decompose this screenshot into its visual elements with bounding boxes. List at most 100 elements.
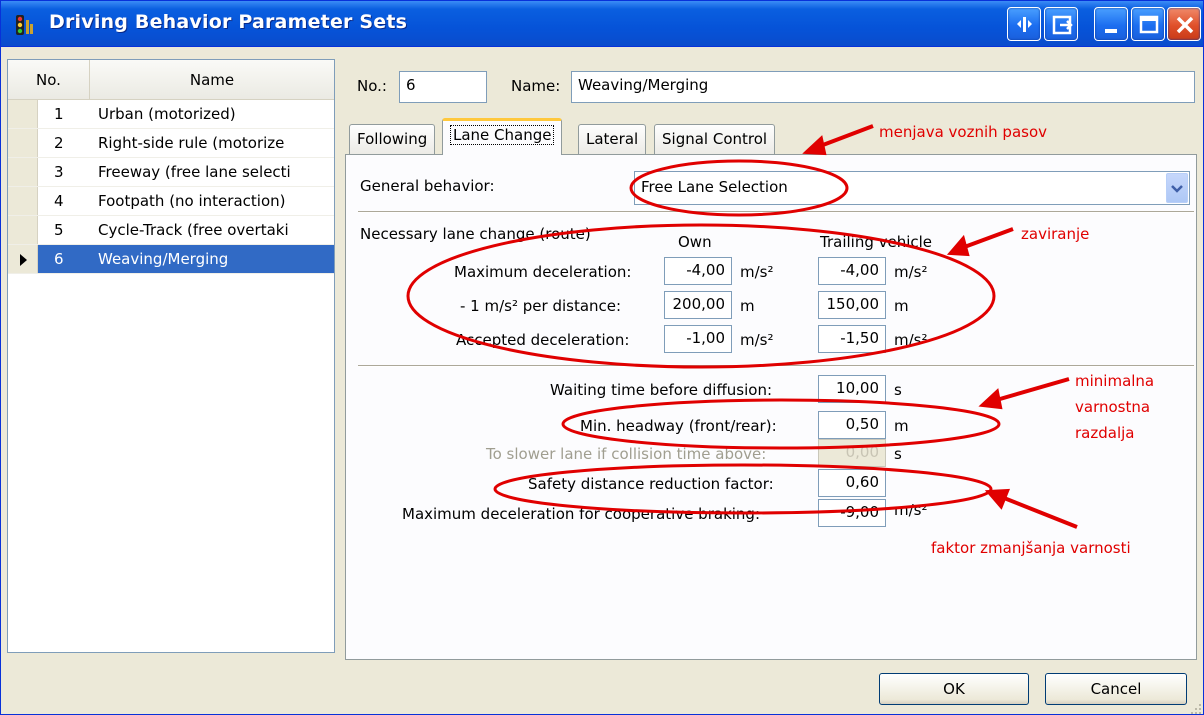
row-number: 5	[54, 221, 64, 239]
necessary-lane-change-label: Necessary lane change (route)	[360, 225, 591, 243]
unit-label: m	[894, 417, 909, 435]
chevron-down-icon	[1171, 185, 1183, 193]
cooperative-braking-label: Maximum deceleration for cooperative bra…	[402, 505, 761, 523]
window-title: Driving Behavior Parameter Sets	[49, 11, 408, 33]
row-name: Weaving/Merging	[98, 250, 229, 268]
restore-side-icon	[1017, 17, 1032, 32]
maximize-icon	[1139, 15, 1159, 34]
parameter-set-list[interactable]: No. Name 1 Urban (motorized) 2 Right-sid…	[7, 59, 335, 653]
title-bar[interactable]: Driving Behavior Parameter Sets	[1, 1, 1203, 47]
per-distance-label: - 1 m/s² per distance:	[460, 297, 622, 315]
unit-label: m	[740, 297, 755, 315]
min-headway-field[interactable]: 0,50	[818, 411, 886, 439]
safety-reduction-field[interactable]: 0,60	[818, 469, 886, 497]
column-own-label: Own	[678, 233, 712, 251]
no-label: No.:	[357, 77, 387, 95]
annotation-min-distance-2: varnostna	[1075, 398, 1151, 416]
row-number: 4	[54, 192, 64, 210]
annotation-reduction: faktor zmanjšanja varnosti	[931, 539, 1131, 557]
annotation-braking: zaviranje	[1021, 225, 1090, 243]
list-row[interactable]: 2 Right-side rule (motorize	[8, 129, 334, 158]
tab-lateral[interactable]: Lateral	[578, 124, 647, 154]
annotation-min-distance-3: razdalja	[1075, 424, 1135, 442]
list-row-selected[interactable]: 6 Weaving/Merging	[8, 245, 334, 274]
waiting-time-field[interactable]: 10,00	[818, 375, 886, 403]
unit-label: m/s²	[894, 331, 928, 349]
unit-label: m/s²	[894, 501, 928, 519]
unit-label: m/s²	[740, 263, 774, 281]
list-row[interactable]: 1 Urban (motorized)	[8, 100, 334, 129]
max-deceleration-own-field[interactable]: -4,00	[664, 257, 732, 285]
unit-label: s	[894, 381, 902, 399]
list-row[interactable]: 3 Freeway (free lane selecti	[8, 158, 334, 187]
per-distance-own-field[interactable]: 200,00	[664, 291, 732, 319]
restore-side-button[interactable]	[1007, 7, 1041, 41]
general-behavior-select[interactable]: Free Lane Selection	[634, 171, 1190, 205]
slower-lane-label: To slower lane if collision time above:	[486, 445, 767, 463]
row-number: 2	[54, 134, 64, 152]
name-field[interactable]: Weaving/Merging	[571, 71, 1195, 103]
tab-lane-change[interactable]: Lane Change	[442, 118, 563, 155]
row-number: 3	[54, 163, 64, 181]
column-trailing-label: Trailing vehicle	[820, 233, 933, 251]
export-icon	[1052, 15, 1073, 35]
accepted-deceleration-trailing-field[interactable]: -1,50	[818, 325, 886, 353]
tab-signal-control[interactable]: Signal Control	[654, 124, 776, 154]
dropdown-button[interactable]	[1166, 173, 1188, 203]
safety-reduction-label: Safety distance reduction factor:	[528, 475, 774, 493]
list-row[interactable]: 5 Cycle-Track (free overtaki	[8, 216, 334, 245]
row-name: Right-side rule (motorize	[98, 134, 285, 152]
general-behavior-label: General behavior:	[360, 177, 495, 195]
column-header-no[interactable]: No.	[8, 60, 90, 99]
row-number: 6	[54, 250, 64, 268]
waiting-time-label: Waiting time before diffusion:	[550, 381, 773, 399]
no-field[interactable]: 6	[399, 71, 487, 103]
row-name: Footpath (no interaction)	[98, 192, 286, 210]
row-selector[interactable]	[8, 187, 38, 215]
row-name: Freeway (free lane selecti	[98, 163, 291, 181]
row-selector[interactable]	[8, 216, 38, 244]
current-row-arrow-icon	[20, 254, 27, 266]
minimize-button[interactable]	[1094, 7, 1128, 41]
resize-grip-icon[interactable]	[1189, 701, 1203, 715]
divider	[358, 365, 1194, 367]
slower-lane-field: 0,00	[818, 439, 886, 467]
list-row[interactable]: 4 Footpath (no interaction)	[8, 187, 334, 216]
tab-following[interactable]: Following	[349, 124, 436, 154]
accepted-deceleration-own-field[interactable]: -1,00	[664, 325, 732, 353]
row-number: 1	[54, 105, 64, 123]
unit-label: m/s²	[740, 331, 774, 349]
maximize-button[interactable]	[1131, 7, 1165, 41]
close-icon	[1176, 16, 1194, 34]
row-selector[interactable]	[8, 245, 38, 273]
column-header-name[interactable]: Name	[90, 60, 334, 99]
export-button[interactable]	[1044, 7, 1078, 41]
minimize-icon	[1105, 29, 1117, 33]
general-behavior-value: Free Lane Selection	[641, 178, 788, 196]
list-header: No. Name	[8, 60, 334, 100]
traffic-light-icon	[16, 15, 33, 35]
close-button[interactable]	[1167, 7, 1201, 41]
dialog-window: Driving Behavior Parameter Sets No. Name…	[0, 0, 1204, 715]
cancel-button[interactable]: Cancel	[1045, 673, 1187, 705]
annotation-lane-change: menjava voznih pasov	[879, 123, 1048, 141]
max-deceleration-trailing-field[interactable]: -4,00	[818, 257, 886, 285]
annotation-min-distance-1: minimalna	[1075, 372, 1155, 390]
ok-button[interactable]: OK	[879, 673, 1029, 705]
unit-label: m	[894, 297, 909, 315]
row-selector[interactable]	[8, 100, 38, 128]
row-selector[interactable]	[8, 158, 38, 186]
divider	[358, 211, 1194, 213]
annotation-arrow	[802, 124, 874, 156]
unit-label: s	[894, 445, 902, 463]
row-name: Urban (motorized)	[98, 105, 236, 123]
cooperative-braking-field[interactable]: -9,00	[818, 499, 886, 527]
accepted-deceleration-label: Accepted deceleration:	[456, 331, 630, 349]
row-name: Cycle-Track (free overtaki	[98, 221, 289, 239]
name-label: Name:	[511, 77, 561, 95]
row-selector[interactable]	[8, 129, 38, 157]
min-headway-label: Min. headway (front/rear):	[580, 417, 777, 435]
unit-label: m/s²	[894, 263, 928, 281]
max-deceleration-label: Maximum deceleration:	[454, 263, 632, 281]
per-distance-trailing-field[interactable]: 150,00	[818, 291, 886, 319]
